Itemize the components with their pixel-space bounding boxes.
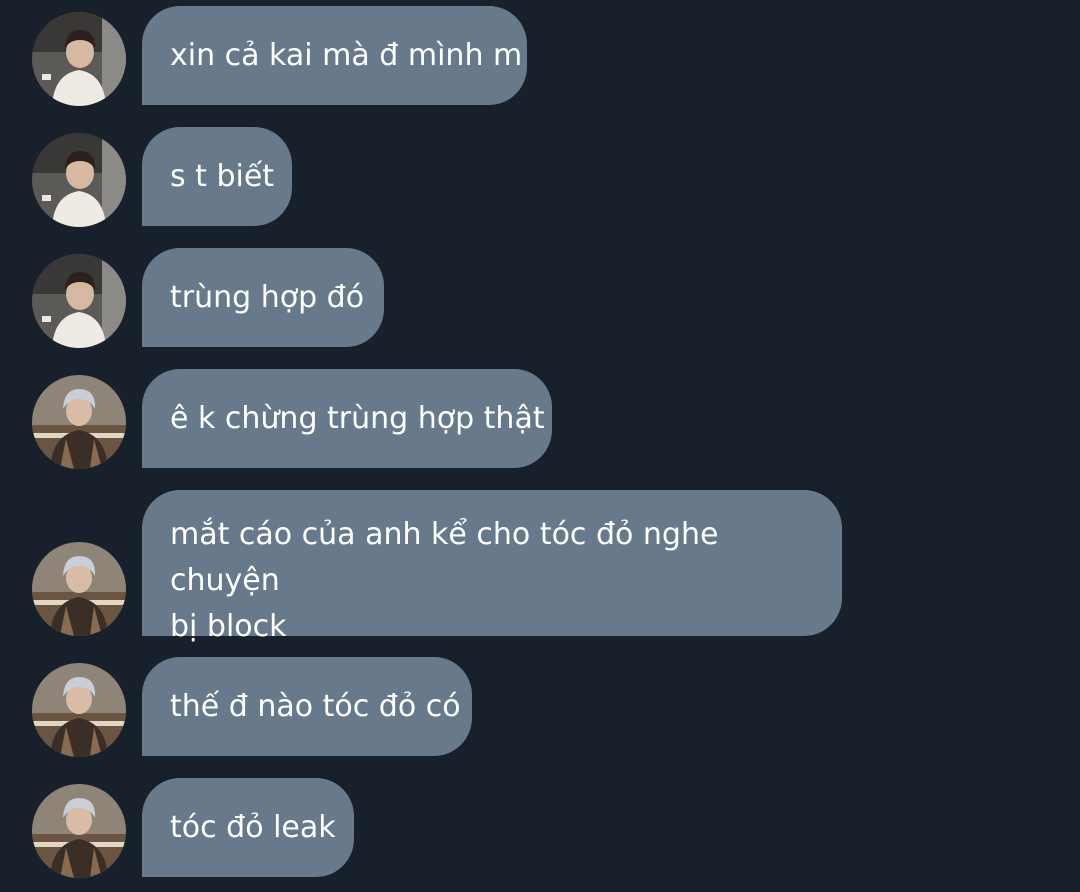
user-avatar[interactable] [32,784,126,878]
message-text: thế đ nào tóc đỏ có [170,688,461,724]
message-bubble[interactable]: tóc đỏ leak [142,778,354,877]
message-text: tóc đỏ leak [170,809,336,845]
message-bubble[interactable]: ê k chừng trùng hợp thật [142,369,552,468]
user-avatar[interactable] [32,375,126,469]
message-bubble[interactable]: xin cả kai mà đ mình m [142,6,527,105]
message-text: ê k chừng trùng hợp thật [170,400,545,436]
message-text-line: mắt cáo của anh kể cho tóc đỏ nghe chuyệ… [170,517,719,598]
message-bubble[interactable]: mắt cáo của anh kể cho tóc đỏ nghe chuyệ… [142,490,842,644]
message-text: trùng hợp đó [170,279,365,315]
chat-thread: xin cả kai mà đ mình m s t biết trùng hợ… [0,0,1080,892]
message-bubble[interactable]: s t biết [142,127,292,226]
user-avatar[interactable] [32,542,126,636]
message-text-line: bị block [170,609,287,644]
message-text: s t biết [170,158,275,194]
user-avatar[interactable] [32,663,126,757]
message-text: xin cả kai mà đ mình m [170,37,523,73]
user-avatar[interactable] [32,12,126,106]
user-avatar[interactable] [32,254,126,348]
message-bubble[interactable]: trùng hợp đó [142,248,384,347]
user-avatar[interactable] [32,133,126,227]
message-bubble[interactable]: thế đ nào tóc đỏ có [142,657,472,756]
